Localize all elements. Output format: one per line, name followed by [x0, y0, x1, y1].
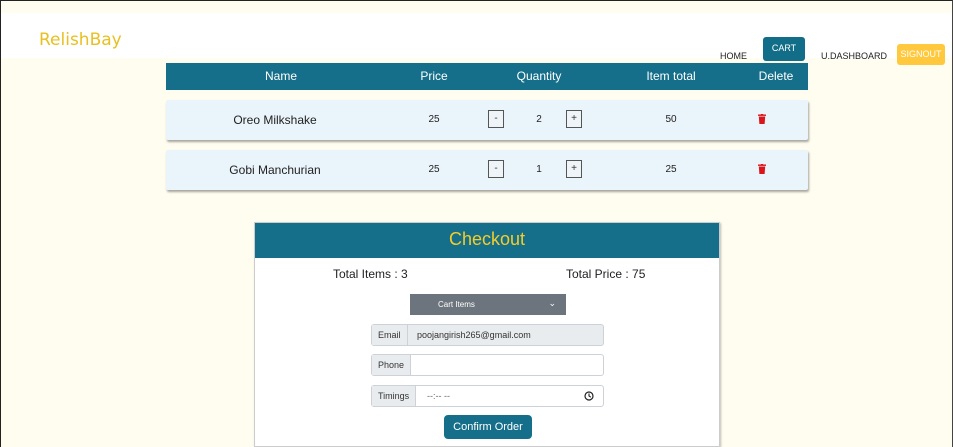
phone-field[interactable]: Phone — [371, 354, 604, 376]
increase-quantity-button[interactable]: + — [566, 110, 582, 128]
total-price: Total Price : 75 — [566, 267, 646, 281]
clock-icon[interactable] — [584, 391, 594, 401]
item-quantity: 2 — [536, 114, 542, 125]
item-name: Gobi Manchurian — [229, 163, 321, 177]
timings-label: Timings — [372, 386, 417, 406]
chevron-down-icon: ⌄ — [548, 298, 556, 308]
cart-table-header: Name Price Quantity Item total Delete — [166, 63, 808, 90]
item-quantity: 1 — [536, 164, 542, 175]
header-price: Price — [420, 69, 448, 83]
nav-dashboard-link[interactable]: U.DASHBOARD — [821, 51, 887, 61]
total-items: Total Items : 3 — [333, 267, 408, 281]
brand-logo[interactable]: RelishBay — [39, 30, 122, 50]
navbar: RelishBay HOME CART U.DASHBOARD SIGNOUT — [1, 13, 952, 65]
trash-icon[interactable] — [758, 114, 766, 124]
item-name: Oreo Milkshake — [233, 113, 317, 127]
email-field: Email poojangirish265@gmail.com — [371, 324, 604, 346]
nav-home-link[interactable]: HOME — [720, 51, 747, 61]
signout-button[interactable]: SIGNOUT — [897, 44, 945, 65]
checkout-title: Checkout — [448, 229, 526, 249]
nav-cart-button[interactable]: CART — [763, 37, 805, 61]
email-value: poojangirish265@gmail.com — [417, 330, 531, 340]
table-row: Oreo Milkshake 25 - 2 + 50 — [166, 100, 808, 140]
trash-icon[interactable] — [758, 164, 766, 174]
decrease-quantity-button[interactable]: - — [488, 110, 504, 128]
phone-label: Phone — [372, 355, 412, 375]
timings-input[interactable]: --:-- -- — [427, 386, 450, 406]
header-name: Name — [264, 69, 298, 83]
header-item-total: Item total — [646, 69, 696, 83]
item-price: 25 — [428, 164, 440, 175]
cart-items-select[interactable]: Cart Items ⌄ — [410, 294, 566, 315]
cart-items-select-label: Cart Items — [438, 300, 475, 309]
email-label: Email — [372, 325, 408, 345]
checkout-panel: Checkout Total Items : 3 Total Price : 7… — [254, 222, 720, 447]
confirm-order-button[interactable]: Confirm Order — [444, 415, 532, 439]
decrease-quantity-button[interactable]: - — [488, 160, 504, 178]
increase-quantity-button[interactable]: + — [566, 160, 582, 178]
item-total: 25 — [665, 164, 677, 175]
item-price: 25 — [428, 114, 440, 125]
table-row: Gobi Manchurian 25 - 1 + 25 — [166, 150, 808, 190]
item-total: 50 — [665, 114, 677, 125]
header-delete: Delete — [758, 69, 794, 83]
header-quantity: Quantity — [516, 69, 562, 83]
timings-field[interactable]: Timings --:-- -- — [371, 385, 604, 407]
checkout-header: Checkout — [255, 223, 719, 258]
